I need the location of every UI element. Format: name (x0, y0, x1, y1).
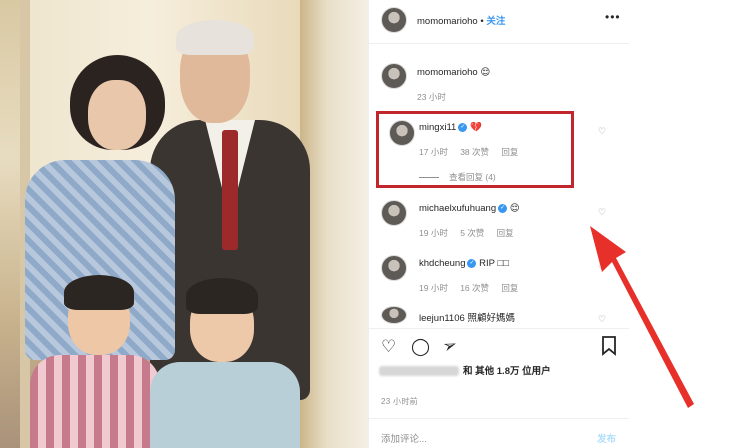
photo-woman-face (88, 80, 146, 150)
comment-username[interactable]: momomarioho (417, 67, 478, 78)
comment-time: 19 小时 (419, 283, 448, 293)
comment-text: RIP □□ (479, 258, 509, 269)
comment-text: 😌 (480, 67, 491, 78)
comment-icon[interactable]: ◯ (411, 337, 430, 357)
photo-boy-left-body (30, 355, 160, 448)
comment-meta: 19 小时 5 次赞 回复 (419, 227, 524, 239)
verified-icon: ✓ (498, 203, 508, 213)
comment-username[interactable]: khdcheung (419, 258, 465, 269)
heart-icon[interactable]: ♡ (381, 337, 396, 357)
comment-body: momomarioho 😌 (417, 67, 490, 78)
post-header: momomarioho • 关注 (417, 13, 505, 27)
comment-meta: 19 小时 16 次赞 回复 (419, 282, 528, 294)
photo-boy-right-body (150, 362, 300, 448)
share-icon[interactable]: ➢ (440, 334, 460, 358)
publish-button[interactable]: 发布 (597, 431, 616, 445)
verified-icon: ✓ (467, 258, 477, 268)
comment-text: 😌 (509, 203, 520, 214)
post-photo (0, 0, 368, 448)
highlight-box (376, 111, 574, 188)
comment-body: khdcheung ✓ RIP □□ (419, 258, 509, 269)
comment-time: 23 小时 (417, 92, 446, 102)
comment-meta: 23 小时 (417, 91, 456, 103)
comment-likes[interactable]: 5 次赞 (460, 228, 484, 238)
likes-summary[interactable]: 和 其他 1.8万 位用户 (379, 363, 551, 377)
photo-curtain (300, 0, 368, 448)
blurred-usernames (379, 366, 459, 377)
comment-likes[interactable]: 16 次赞 (460, 283, 489, 293)
comment-time: 19 小时 (419, 228, 448, 238)
comment-username[interactable]: michaelxufuhuang (419, 203, 496, 214)
comment-avatar[interactable] (381, 200, 407, 226)
posted-time: 23 小时前 (381, 397, 418, 406)
photo-boy-right-hair (186, 278, 258, 314)
follow-button[interactable]: 关注 (486, 16, 505, 27)
comment-body: leejun1106 照顧好媽媽 (419, 310, 515, 324)
photo-boy-left-hair (64, 275, 134, 310)
comment-heart-icon[interactable]: ♡ (597, 207, 607, 217)
comment-avatar[interactable] (381, 255, 407, 281)
comment-avatar[interactable] (381, 306, 407, 324)
reply-button[interactable]: 回复 (501, 283, 518, 293)
comment-heart-icon[interactable]: ♡ (597, 126, 607, 136)
comment-avatar[interactable] (381, 63, 407, 89)
header-divider (369, 43, 629, 44)
photo-man-hair (176, 20, 254, 55)
comment-body: michaelxufuhuang ✓ 😌 (419, 203, 520, 214)
red-arrow-annotation (590, 226, 694, 408)
comment-username[interactable]: leejun1106 (419, 313, 465, 324)
separator-dot: • (480, 16, 484, 27)
likes-text: 和 其他 1.8万 位用户 (463, 366, 551, 377)
photo-man-tie (222, 130, 238, 250)
reply-button[interactable]: 回复 (497, 228, 514, 238)
comment-text: 照顧好媽媽 (467, 313, 515, 324)
author-username[interactable]: momomarioho (417, 16, 478, 27)
comment-input[interactable]: 添加评论... (381, 431, 427, 445)
more-icon[interactable]: ••• (605, 10, 621, 24)
author-avatar[interactable] (381, 7, 407, 33)
